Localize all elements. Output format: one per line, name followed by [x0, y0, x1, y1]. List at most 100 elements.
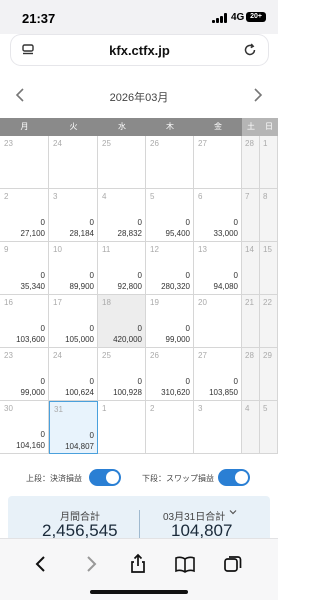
swap-pnl: 100,624 [65, 388, 94, 397]
swap-pnl: 35,340 [20, 282, 45, 291]
calendar-day-cell[interactable]: 13 0 94,080 [194, 242, 242, 295]
day-number: 27 [198, 351, 207, 360]
day-number: 5 [150, 192, 155, 201]
calendar-day-cell[interactable]: 12 0 280,320 [146, 242, 194, 295]
day-number: 8 [263, 192, 268, 201]
calendar-day-cell[interactable]: 3 [194, 401, 242, 454]
calendar-day-cell[interactable]: 27 0 103,850 [194, 348, 242, 401]
settlement-pnl: 0 [89, 431, 94, 440]
share-icon[interactable] [127, 553, 149, 575]
day-number: 25 [102, 351, 111, 360]
settlement-pnl: 0 [40, 430, 45, 439]
settlement-pnl: 0 [40, 271, 45, 280]
day-number: 31 [54, 405, 63, 414]
calendar-day-cell[interactable]: 11 0 92,800 [98, 242, 146, 295]
calendar-day-cell[interactable]: 16 0 103,600 [0, 295, 49, 348]
swap-pnl: 310,620 [161, 388, 190, 397]
day-number: 13 [198, 245, 207, 254]
calendar-day-cell[interactable]: 14 [242, 242, 260, 295]
day-number: 30 [4, 404, 13, 413]
day-number: 26 [150, 139, 159, 148]
weekday-label: 日 [260, 118, 278, 136]
day-number: 9 [4, 245, 9, 254]
calendar-day-cell[interactable]: 20 [194, 295, 242, 348]
calendar-day-cell[interactable]: 7 [242, 189, 260, 242]
chevron-down-icon[interactable] [228, 507, 238, 517]
calendar-day-cell[interactable]: 28 [242, 136, 260, 189]
day-number: 21 [245, 298, 254, 307]
day-number: 25 [102, 139, 111, 148]
swap-pnl: 104,807 [65, 442, 94, 451]
lower-row-toggle[interactable] [218, 469, 250, 486]
day-number: 6 [198, 192, 203, 201]
calendar-day-cell[interactable]: 5 0 95,400 [146, 189, 194, 242]
day-number: 19 [150, 298, 159, 307]
forward-icon[interactable] [80, 553, 102, 575]
weekday-label: 火 [69, 122, 78, 131]
calendar-day-cell[interactable]: 15 [260, 242, 278, 295]
calendar-day-cell[interactable]: 1 [98, 401, 146, 454]
settlement-pnl: 0 [89, 218, 94, 227]
calendar-day-cell[interactable]: 30 0 104,160 [0, 401, 49, 454]
home-indicator [90, 590, 188, 594]
back-icon[interactable] [30, 553, 52, 575]
calendar-day-cell[interactable]: 6 0 33,000 [194, 189, 242, 242]
day-number: 3 [53, 192, 58, 201]
calendar-day-cell[interactable]: 23 0 99,000 [0, 348, 49, 401]
address-bar[interactable]: kfx.ctfx.jp [11, 35, 268, 65]
calendar-day-cell[interactable]: 25 [98, 136, 146, 189]
calendar-day-cell[interactable]: 29 [260, 348, 278, 401]
calendar-day-cell[interactable]: 22 [260, 295, 278, 348]
calendar-day-cell[interactable]: 19 0 99,000 [146, 295, 194, 348]
day-number: 28 [245, 139, 254, 148]
tabs-icon[interactable] [222, 553, 244, 575]
bookmarks-icon[interactable] [174, 553, 196, 575]
swap-pnl: 103,850 [209, 388, 238, 397]
calendar-day-cell[interactable]: 25 0 100,928 [98, 348, 146, 401]
calendar-day-cell[interactable]: 31 0 104,807 [49, 401, 98, 454]
url-text[interactable]: kfx.ctfx.jp [11, 43, 268, 58]
swap-pnl: 105,000 [65, 335, 94, 344]
calendar-day-cell[interactable]: 26 [146, 136, 194, 189]
settlement-pnl: 0 [40, 377, 45, 386]
calendar-day-cell[interactable]: 23 [0, 136, 49, 189]
day-number: 23 [4, 351, 13, 360]
day-number: 28 [245, 351, 254, 360]
calendar-day-cell[interactable]: 28 [242, 348, 260, 401]
calendar-day-cell[interactable]: 5 [260, 401, 278, 454]
day-number: 24 [53, 351, 62, 360]
calendar-day-cell[interactable]: 21 [242, 295, 260, 348]
calendar-day-cell[interactable]: 24 0 100,624 [49, 348, 98, 401]
month-title: 2026年03月 [109, 92, 169, 104]
calendar-day-cell[interactable]: 10 0 89,900 [49, 242, 98, 295]
calendar-day-cell[interactable]: 18 0 420,000 [98, 295, 146, 348]
swap-pnl: 92,800 [117, 282, 142, 291]
swap-pnl: 95,400 [165, 229, 190, 238]
settlement-pnl: 0 [137, 324, 142, 333]
calendar-day-cell[interactable]: 1 [260, 136, 278, 189]
upper-row-toggle[interactable] [89, 469, 121, 486]
calendar-day-cell[interactable]: 27 [194, 136, 242, 189]
calendar-day-cell[interactable]: 3 0 28,184 [49, 189, 98, 242]
calendar-day-cell[interactable]: 8 [260, 189, 278, 242]
calendar-day-cell[interactable]: 17 0 105,000 [49, 295, 98, 348]
day-number: 11 [102, 245, 111, 254]
day-number: 7 [245, 192, 250, 201]
calendar-day-cell[interactable]: 9 0 35,340 [0, 242, 49, 295]
next-month-icon[interactable] [248, 86, 266, 104]
battery-icon: 20+ [246, 12, 266, 22]
swap-pnl: 94,080 [213, 282, 238, 291]
calendar-day-cell[interactable]: 4 0 28,832 [98, 189, 146, 242]
day-number: 14 [245, 245, 254, 254]
calendar-day-cell[interactable]: 2 0 27,100 [0, 189, 49, 242]
weekday-label: 木 [166, 122, 174, 131]
calendar-day-cell[interactable]: 26 0 310,620 [146, 348, 194, 401]
calendar-day-cell[interactable]: 2 [146, 401, 194, 454]
reload-icon[interactable] [242, 42, 258, 58]
day-number: 18 [102, 298, 111, 307]
calendar-day-cell[interactable]: 4 [242, 401, 260, 454]
day-number: 5 [263, 404, 268, 413]
calendar-day-cell[interactable]: 24 [49, 136, 98, 189]
settlement-pnl: 0 [185, 324, 190, 333]
swap-pnl: 27,100 [20, 229, 45, 238]
